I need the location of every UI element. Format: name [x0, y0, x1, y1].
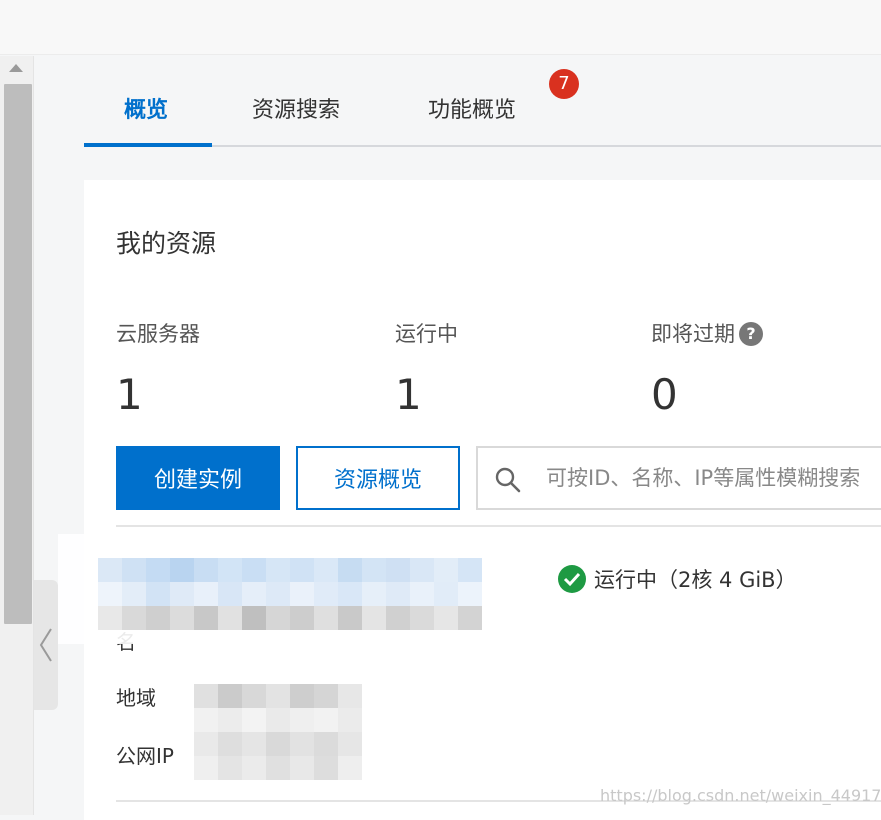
tab-feature-overview[interactable]: 功能概览	[428, 92, 516, 146]
redacted-instance-info	[58, 534, 482, 780]
search-input[interactable]	[546, 458, 881, 498]
stat-value-running[interactable]: 1	[395, 370, 422, 419]
watermark: https://blog.csdn.net/weixin_44917733	[600, 786, 881, 805]
instance-status: 运行中（2核 4 GiB）	[558, 564, 797, 594]
check-circle-icon	[558, 565, 586, 593]
tab-overview[interactable]: 概览	[124, 92, 168, 146]
divider	[116, 525, 881, 527]
stat-label-expiring-text: 即将过期	[651, 322, 735, 346]
resource-overview-button[interactable]: 资源概览	[296, 446, 460, 510]
card-title: 我的资源	[116, 229, 217, 258]
scroll-thumb[interactable]	[4, 84, 32, 624]
my-resources-card: 我的资源 云服务器 1 运行中 1 即将过期? 0 创建实例 资源概览 运行中（…	[58, 180, 881, 820]
stat-value-servers[interactable]: 1	[116, 370, 143, 419]
sidebar-collapse-handle[interactable]	[34, 580, 58, 710]
tab-resource-search[interactable]: 资源搜索	[252, 92, 340, 146]
resource-search-box[interactable]	[476, 446, 881, 510]
search-icon	[495, 467, 521, 493]
top-bar	[0, 0, 881, 55]
tab-bar: 概览 资源搜索 功能概览 7	[84, 56, 881, 147]
instance-status-text: 运行中（2核 4 GiB）	[594, 568, 797, 592]
stat-label-servers: 云服务器	[116, 322, 200, 346]
main-content: 概览 资源搜索 功能概览 7 我的资源 云服务器 1 运行中 1 即将过期? 0…	[58, 56, 881, 820]
vertical-scrollbar[interactable]	[0, 56, 34, 815]
stat-label-running: 运行中	[395, 322, 458, 346]
active-tab-indicator	[84, 143, 212, 147]
stat-label-expiring: 即将过期?	[651, 318, 763, 348]
scroll-up-arrow-icon[interactable]	[9, 64, 23, 72]
create-instance-button[interactable]: 创建实例	[116, 446, 280, 510]
stat-value-expiring[interactable]: 0	[651, 370, 678, 419]
question-circle-icon[interactable]: ?	[739, 322, 763, 346]
chevron-left-icon	[39, 628, 52, 662]
notification-badge: 7	[549, 69, 579, 99]
